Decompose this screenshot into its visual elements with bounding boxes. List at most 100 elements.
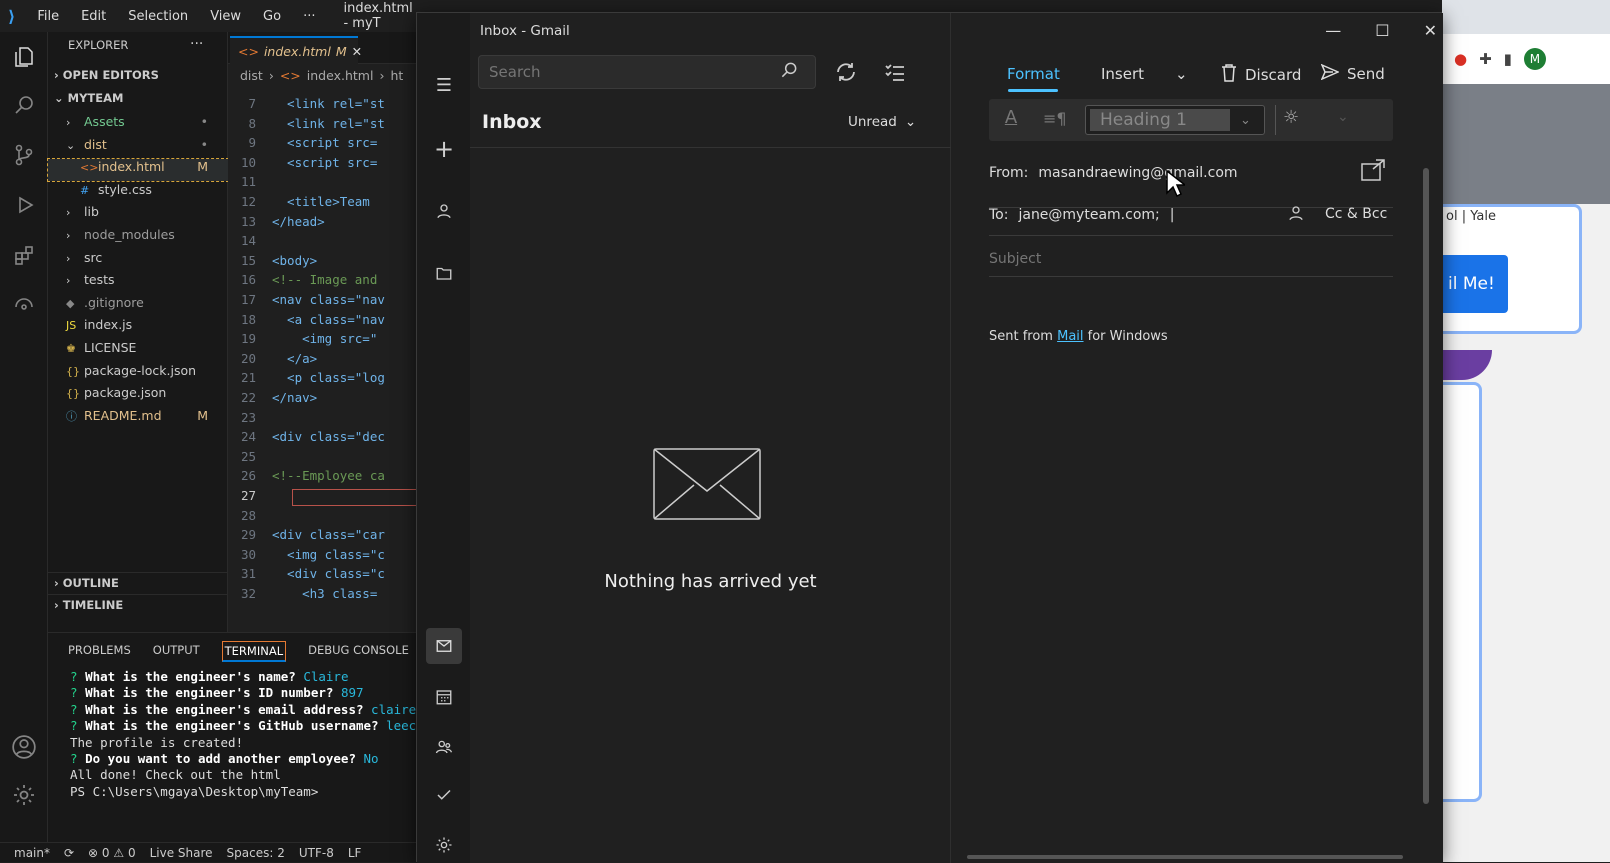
account-person-icon[interactable] bbox=[426, 193, 462, 229]
code-line: 28 bbox=[228, 508, 272, 528]
tree-item[interactable]: JS index.js bbox=[48, 317, 228, 339]
eol-status[interactable]: LF bbox=[348, 846, 362, 860]
tree-item[interactable]: ♚ LICENSE bbox=[48, 340, 228, 362]
sun-brightness-icon[interactable]: ☼ bbox=[1283, 107, 1299, 128]
source-control-icon[interactable] bbox=[9, 140, 39, 170]
to-field[interactable]: To: jane@myteam.com; | bbox=[989, 207, 1174, 223]
tree-item[interactable]: › Assets • bbox=[48, 114, 228, 136]
to-recipient[interactable]: jane@myteam.com; bbox=[1018, 207, 1159, 223]
sync-icon[interactable]: ⟳ bbox=[64, 846, 74, 860]
remote-explorer-icon[interactable] bbox=[9, 288, 39, 318]
popout-icon[interactable] bbox=[1361, 159, 1385, 185]
breadcrumb-file[interactable]: index.html bbox=[307, 68, 374, 88]
hamburger-menu-icon[interactable]: ☰ bbox=[426, 67, 462, 103]
close-icon[interactable]: ✕ bbox=[352, 44, 362, 59]
send-button[interactable]: Send bbox=[1320, 63, 1385, 84]
paragraph-icon[interactable]: ≡¶ bbox=[1043, 109, 1067, 128]
minimize-icon[interactable]: — bbox=[1325, 21, 1341, 40]
explorer-icon[interactable] bbox=[9, 42, 39, 72]
divider bbox=[989, 235, 1393, 236]
problems-status[interactable]: ⊗ 0 ⚠ 0 bbox=[88, 846, 136, 860]
code-editor[interactable]: <> index.html M ✕ dist › <> index.html ›… bbox=[228, 32, 420, 632]
search-input[interactable] bbox=[489, 63, 769, 81]
settings-gear-icon[interactable] bbox=[9, 780, 39, 810]
line-number: 23 bbox=[240, 409, 256, 425]
tab-problems[interactable]: PROBLEMS bbox=[68, 641, 131, 662]
account-icon[interactable] bbox=[9, 732, 39, 762]
tab-index-html[interactable]: <> index.html M ✕ bbox=[230, 36, 362, 64]
tree-item-label: node_modules bbox=[84, 227, 175, 242]
message-body[interactable]: Sent from Mail for Windows bbox=[989, 329, 1168, 344]
tree-item[interactable]: ⓘ README.md M bbox=[48, 408, 228, 430]
email-me-button[interactable]: il Me! bbox=[1442, 255, 1508, 313]
tree-item[interactable]: # style.css bbox=[48, 182, 228, 204]
tree-item[interactable]: › tests bbox=[48, 272, 228, 294]
selection-mode-icon[interactable] bbox=[883, 60, 907, 88]
discard-button[interactable]: Discard bbox=[1221, 64, 1301, 86]
calendar-icon[interactable] bbox=[426, 679, 462, 715]
puzzle-icon[interactable]: ✚ bbox=[1479, 50, 1492, 68]
tree-item[interactable]: {} package-lock.json bbox=[48, 363, 228, 385]
filter-dropdown[interactable]: Unread ⌄ bbox=[848, 114, 916, 130]
window-controls: — ☐ ✕ bbox=[1325, 21, 1437, 40]
maximize-icon[interactable]: ☐ bbox=[1375, 21, 1389, 40]
search-icon[interactable] bbox=[779, 60, 799, 84]
live-share-status[interactable]: Live Share bbox=[150, 846, 213, 860]
tree-item[interactable]: ⌄ dist • bbox=[48, 137, 228, 159]
close-icon[interactable]: ✕ bbox=[1424, 21, 1437, 40]
todo-check-icon[interactable] bbox=[426, 777, 462, 813]
encoding-status[interactable]: UTF-8 bbox=[299, 846, 334, 860]
explorer-more-icon[interactable]: ··· bbox=[190, 36, 203, 52]
tab-format[interactable]: Format bbox=[1007, 65, 1060, 92]
people-icon[interactable] bbox=[426, 729, 462, 765]
search-box[interactable] bbox=[478, 55, 816, 89]
tree-item[interactable]: ◆ .gitignore bbox=[48, 295, 228, 317]
breadcrumb-dist[interactable]: dist bbox=[240, 68, 263, 88]
breadcrumb-element[interactable]: ht bbox=[390, 68, 403, 88]
tab-output[interactable]: OUTPUT bbox=[153, 641, 200, 662]
style-dropdown[interactable]: Heading 1 ⌄ bbox=[1085, 105, 1265, 135]
tree-item[interactable]: › lib bbox=[48, 204, 228, 226]
tree-item[interactable]: › node_modules bbox=[48, 227, 228, 249]
cc-bcc-button[interactable]: Cc & Bcc bbox=[1325, 206, 1387, 222]
sync-icon[interactable] bbox=[834, 60, 858, 88]
timeline-section[interactable]: › TIMELINE bbox=[48, 594, 228, 616]
subject-input[interactable] bbox=[989, 247, 1393, 271]
run-debug-icon[interactable] bbox=[9, 190, 39, 220]
outline-section[interactable]: › OUTLINE bbox=[48, 572, 228, 594]
vertical-scrollbar[interactable] bbox=[1423, 168, 1429, 804]
tree-item[interactable]: {} package.json bbox=[48, 385, 228, 407]
mail-link[interactable]: Mail bbox=[1057, 329, 1083, 344]
contact-picker-icon[interactable] bbox=[1287, 204, 1305, 226]
tree-item[interactable]: <>index.html M bbox=[47, 158, 229, 183]
menu-selection[interactable]: Selection bbox=[128, 9, 188, 24]
menu-file[interactable]: File bbox=[37, 9, 59, 24]
more-tabs-chevron-icon[interactable]: ⌄ bbox=[1175, 65, 1188, 83]
tree-item[interactable]: › src bbox=[48, 250, 228, 272]
indent-status[interactable]: Spaces: 2 bbox=[227, 846, 285, 860]
tab-debug-console[interactable]: DEBUG CONSOLE bbox=[308, 641, 409, 662]
menu-view[interactable]: View bbox=[210, 9, 241, 24]
new-mail-plus-icon[interactable]: + bbox=[426, 131, 462, 167]
settings-gear-icon[interactable] bbox=[426, 827, 462, 863]
folder-icon[interactable] bbox=[426, 255, 462, 291]
menu-edit[interactable]: Edit bbox=[81, 9, 106, 24]
horizontal-scrollbar[interactable] bbox=[967, 855, 1403, 859]
timeline-label: TIMELINE bbox=[62, 598, 124, 612]
menu-go[interactable]: Go bbox=[263, 9, 281, 24]
tab-insert[interactable]: Insert bbox=[1101, 65, 1144, 83]
extensions-icon[interactable] bbox=[9, 240, 39, 270]
from-field[interactable]: From: masandraewing@gmail.com bbox=[989, 165, 1238, 181]
avatar[interactable]: M bbox=[1523, 48, 1546, 70]
open-editors-section[interactable]: › OPEN EDITORS bbox=[48, 68, 228, 90]
font-color-icon[interactable]: A bbox=[997, 107, 1025, 133]
search-icon[interactable] bbox=[9, 90, 39, 120]
branch-status[interactable]: main* bbox=[14, 846, 50, 860]
sidepanel-icon[interactable]: ▮ bbox=[1504, 50, 1512, 68]
mail-icon[interactable] bbox=[426, 628, 462, 664]
extension-icon[interactable]: ● bbox=[1454, 50, 1467, 68]
project-section[interactable]: ⌄ MYTEAM bbox=[48, 91, 228, 113]
chevron-right-icon: › bbox=[54, 68, 63, 82]
menu-more[interactable]: ··· bbox=[303, 9, 315, 24]
tab-terminal[interactable]: TERMINAL bbox=[221, 641, 287, 662]
